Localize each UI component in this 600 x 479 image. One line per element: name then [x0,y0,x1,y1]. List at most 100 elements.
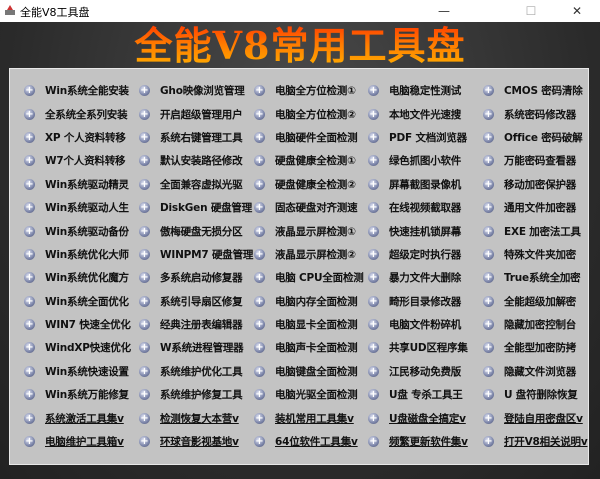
tool-item[interactable]: + 屏幕截图录像机 [368,173,483,196]
tool-item[interactable]: + U盘 专杀工具王 [368,383,483,406]
tool-item[interactable]: + 环球音影视基地v [139,430,254,453]
tool-item[interactable]: + WIN7 快速全优化 [24,313,139,336]
close-button[interactable]: ✕ [554,0,600,22]
tool-item[interactable]: + 超级定时执行器 [368,243,483,266]
tool-item[interactable]: + 电脑键盘全面检测 [254,360,368,383]
tool-item[interactable]: + EXE 加密法工具 [483,219,593,242]
tool-item[interactable]: + 电脑稳定性测试 [368,79,483,102]
tool-item[interactable]: + 电脑声卡全面检测 [254,336,368,359]
tool-item[interactable]: + 特殊文件夹加密 [483,243,593,266]
tool-item[interactable]: + 打开V8相关说明v [483,430,593,453]
tool-item[interactable]: + 系统引导扇区修复 [139,290,254,313]
tool-item[interactable]: + 检测恢复大本营v [139,406,254,429]
tool-item[interactable]: + 全面兼容虚拟光驱 [139,173,254,196]
tool-item[interactable]: + 系统激活工具集v [24,406,139,429]
tool-item-label: WIN7 快速全优化 [45,319,131,332]
tool-item[interactable]: + 多系统启动修复器 [139,266,254,289]
tool-item-label: 电脑 CPU全面检测 [275,272,364,285]
tool-item[interactable]: + 电脑 CPU全面检测 [254,266,368,289]
tool-item[interactable]: + 电脑硬件全面检测 [254,126,368,149]
tool-item[interactable]: + 电脑内存全面检测 [254,290,368,313]
maximize-button[interactable]: ☐ [508,0,554,22]
tool-item[interactable]: + Win系统优化魔方 [24,266,139,289]
tool-item-label: 系统密码修改器 [504,108,577,121]
tool-item[interactable]: + 电脑文件粉碎机 [368,313,483,336]
tool-item[interactable]: + 傲梅硬盘无损分区 [139,219,254,242]
tool-item[interactable]: + 共享UD区程序集 [368,336,483,359]
tool-item[interactable]: + 在线视频截取器 [368,196,483,219]
tool-item[interactable]: + 经典注册表编辑器 [139,313,254,336]
tool-item[interactable]: +64位软件工具集v [254,430,368,453]
tool-item[interactable]: + 系统维护优化工具 [139,360,254,383]
plus-circle-icon: + [24,365,35,377]
plus-circle-icon: + [483,319,494,331]
tool-item[interactable]: + 绿色抓图小软件 [368,149,483,172]
tool-item[interactable]: + Win系统优化大师 [24,243,139,266]
tool-item[interactable]: + Win系统万能修复 [24,383,139,406]
tool-item[interactable]: + Win系统驱动人生 [24,196,139,219]
tool-item[interactable]: + W系统进程管理器 [139,336,254,359]
tool-item[interactable]: + 硬盘健康全检测① [254,149,368,172]
tool-item[interactable]: + 电脑显卡全面检测 [254,313,368,336]
tool-item[interactable]: + CMOS 密码清除 [483,79,593,102]
tool-item[interactable]: + 移动加密保护器 [483,173,593,196]
plus-circle-icon: + [24,178,35,190]
tool-item[interactable]: + 电脑全方位检测② [254,102,368,125]
tool-item[interactable]: + 全能超级加解密 [483,290,593,313]
tool-item-label: 硬盘健康全检测② [275,178,356,191]
tool-item[interactable]: + W7个人资料转移 [24,149,139,172]
tool-item[interactable]: + True系统全加密 [483,266,593,289]
tool-item[interactable]: + 电脑全方位检测① [254,79,368,102]
tool-item[interactable]: + 通用文件加密器 [483,196,593,219]
tool-item[interactable]: + 系统维护修复工具 [139,383,254,406]
tool-item[interactable]: + 江民移动免费版 [368,360,483,383]
tool-item[interactable]: + 隐藏加密控制台 [483,313,593,336]
tool-item[interactable]: + 默认安装路径修改 [139,149,254,172]
tool-item[interactable]: + WindXP快速优化 [24,336,139,359]
tool-item[interactable]: + 系统右键管理工具 [139,126,254,149]
tool-item-label: 屏幕截图录像机 [389,178,462,191]
tool-item[interactable]: + Office 密码破解 [483,126,593,149]
tool-item-label: 系统引导扇区修复 [160,295,243,308]
tool-item[interactable]: + 液晶显示屏检测② [254,243,368,266]
tool-item[interactable]: + 万能密码查看器 [483,149,593,172]
tool-item-label: 环球音影视基地v [160,436,239,449]
tool-item[interactable]: + WINPM7 硬盘管理 [139,243,254,266]
tool-item-label: Win系统快速设置 [45,365,129,378]
tool-item[interactable]: + Win系统快速设置 [24,360,139,383]
tool-item[interactable]: + Win系统全面优化 [24,290,139,313]
tool-item[interactable]: + 频繁更新软件集v [368,430,483,453]
tool-item[interactable]: + PDF 文档浏览器 [368,126,483,149]
plus-circle-icon: + [139,178,150,190]
tool-item[interactable]: + DiskGen 硬盘管理 [139,196,254,219]
tool-item[interactable]: + 隐藏文件浏览器 [483,360,593,383]
tool-item[interactable]: + 电脑维护工具箱v [24,430,139,453]
tool-item[interactable]: + 快速挂机锁屏幕 [368,219,483,242]
tool-item[interactable]: + 装机常用工具集v [254,406,368,429]
tool-item[interactable]: + 系统密码修改器 [483,102,593,125]
tool-item[interactable]: + 硬盘健康全检测② [254,173,368,196]
tool-item[interactable]: + 固态硬盘对齐测速 [254,196,368,219]
minimize-button[interactable]: — [421,0,467,22]
tool-item-label: 全系统全系列安装 [45,108,128,121]
tool-item[interactable]: + Win系统驱动精灵 [24,173,139,196]
tool-item[interactable]: + U 盘符删除恢复 [483,383,593,406]
tool-item[interactable]: + 开启超级管理用户 [139,102,254,125]
tool-item[interactable]: + 液晶显示屏检测① [254,219,368,242]
plus-circle-icon: + [483,412,494,424]
tool-item[interactable]: + 全系统全系列安装 [24,102,139,125]
tool-item[interactable]: + Win系统驱动备份 [24,219,139,242]
tool-item[interactable]: + Win系统全能安装 [24,79,139,102]
tool-item[interactable]: + U盘磁盘全搞定v [368,406,483,429]
tool-item[interactable]: + 畸形目录修改器 [368,290,483,313]
tool-item[interactable]: + 本地文件光速搜 [368,102,483,125]
tool-item-label: WINPM7 硬盘管理 [160,248,254,261]
tool-item[interactable]: + 暴力文件大删除 [368,266,483,289]
tool-item[interactable]: + 登陆自用密盘区v [483,406,593,429]
tool-item[interactable]: + 全能型加密防拷 [483,336,593,359]
tool-item[interactable]: + Gho映像浏览管理 [139,79,254,102]
plus-circle-icon: + [483,295,494,307]
tool-item-label: 万能密码查看器 [504,155,577,168]
tool-item[interactable]: + 电脑光驱全面检测 [254,383,368,406]
tool-item[interactable]: + XP 个人资料转移 [24,126,139,149]
